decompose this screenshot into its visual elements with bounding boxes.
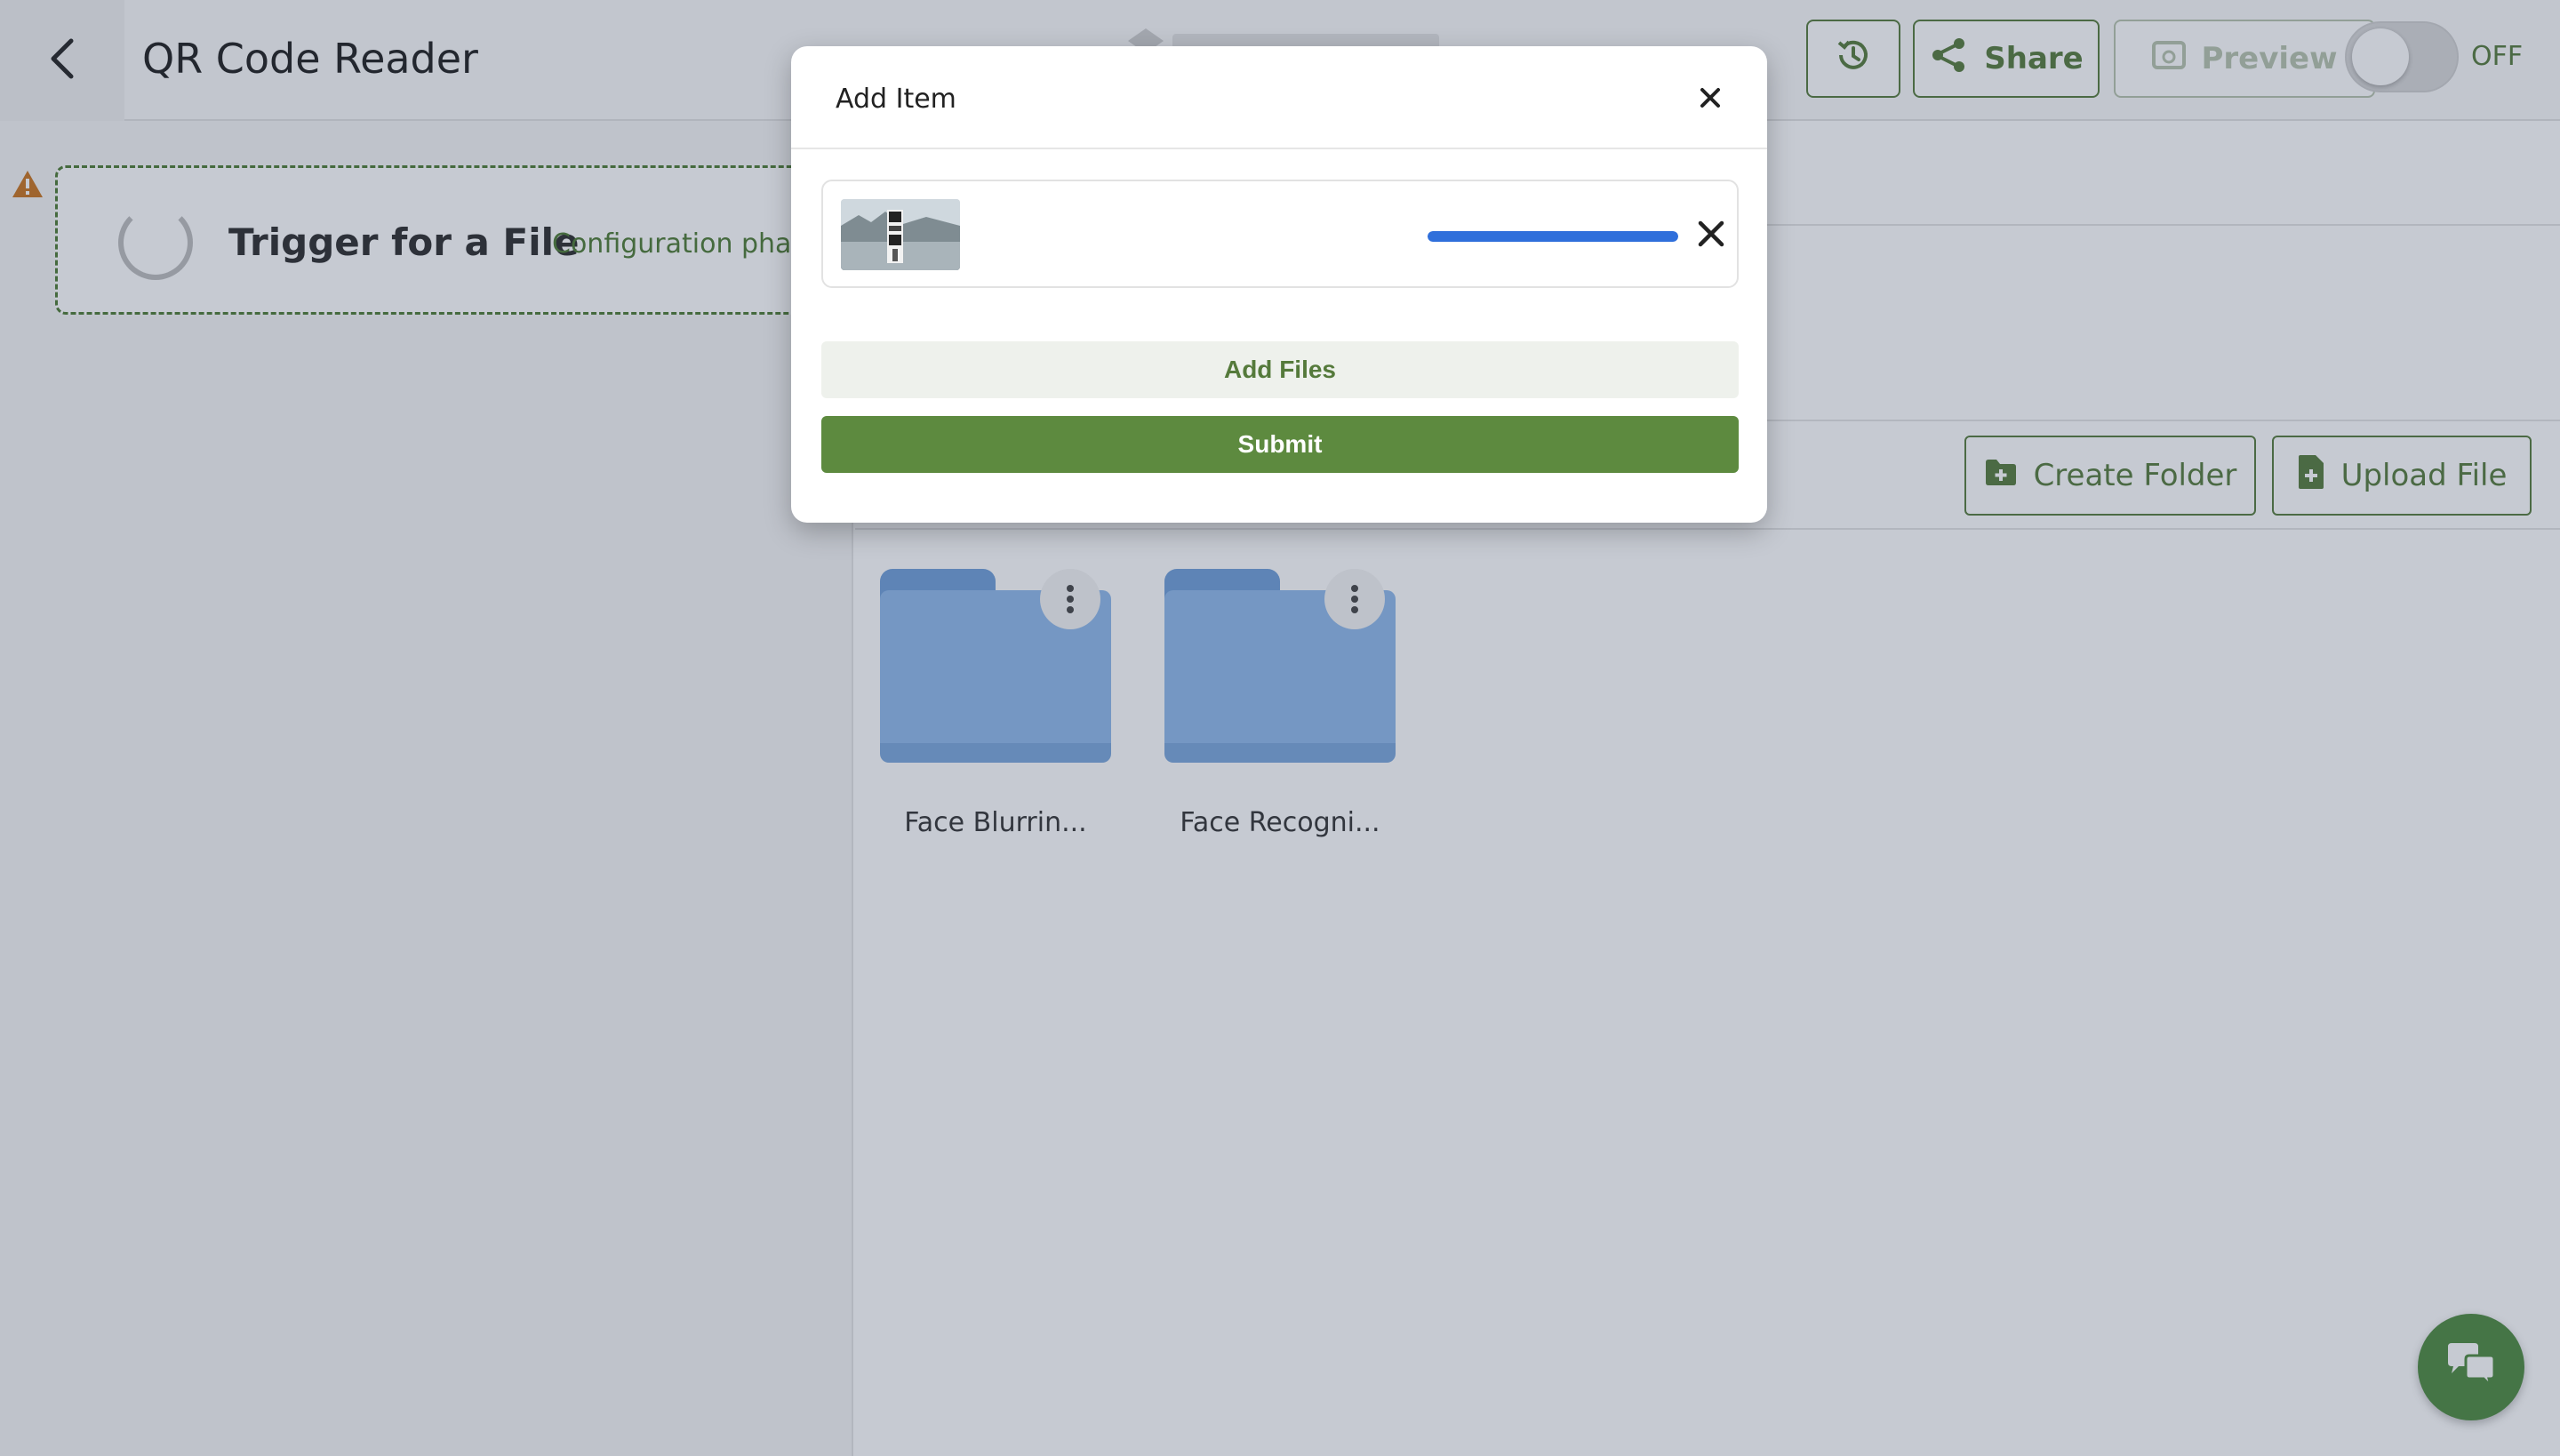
upload-progress-fill [1428, 231, 1678, 242]
dialog-title: Add Item [836, 84, 956, 115]
submit-button[interactable]: Submit [821, 416, 1739, 473]
file-thumbnail [841, 199, 960, 270]
add-files-button[interactable]: Add Files [821, 341, 1739, 398]
close-icon [1698, 220, 1724, 251]
dialog-header: Add Item [791, 46, 1767, 149]
upload-progress-bar [1428, 231, 1678, 242]
add-item-dialog: Add Item Add Files Submit [791, 46, 1767, 523]
dialog-close-button[interactable] [1689, 78, 1732, 121]
close-icon [1700, 87, 1721, 112]
uploaded-file-row [821, 180, 1739, 288]
remove-file-button[interactable] [1692, 217, 1730, 254]
